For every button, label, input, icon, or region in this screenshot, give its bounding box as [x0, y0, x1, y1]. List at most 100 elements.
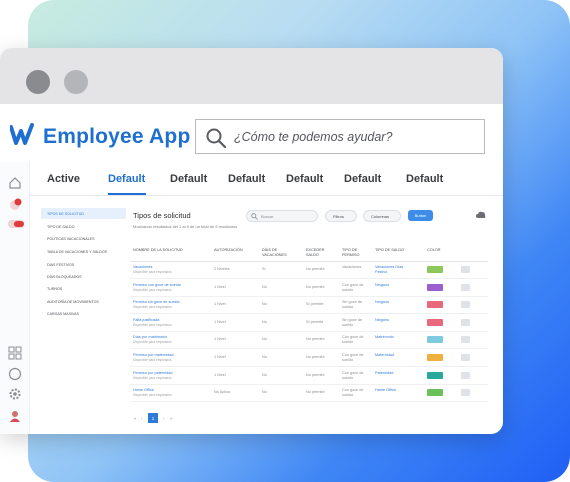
pager-next[interactable]: ›: [163, 416, 165, 421]
help-icon[interactable]: [8, 367, 22, 381]
edit-icon[interactable]: [461, 336, 470, 344]
edit-icon[interactable]: [461, 266, 470, 273]
edit-icon[interactable]: [461, 389, 470, 397]
balance-type-cell[interactable]: Home Office: [375, 388, 411, 393]
filters-label: Filtros: [333, 214, 344, 219]
color-swatch: [427, 389, 443, 397]
vacation-days-cell: No: [262, 372, 267, 377]
balance-type-cell[interactable]: Ninguno: [375, 283, 411, 288]
edit-icon[interactable]: [461, 371, 470, 379]
tabs-row: Active Default Default Default Default D…: [30, 162, 503, 196]
vacation-days-cell: Sí: [262, 267, 266, 271]
column-header[interactable]: AUTORIZACIÓN: [214, 248, 243, 253]
search-input[interactable]: ¿Cómo te podemos ayudar?: [195, 119, 485, 154]
submenu-item[interactable]: AUDITORÍA DE MOVIMIENTOS: [47, 300, 99, 304]
balance-type-cell[interactable]: Ninguno: [375, 318, 411, 323]
exceed-balance-cell: No permite: [306, 372, 325, 377]
search-icon: [206, 128, 226, 148]
tab-default[interactable]: Default: [228, 173, 265, 185]
balance-type-cell[interactable]: Vacaciones Días Festivo: [375, 265, 411, 275]
gear-icon[interactable]: [8, 387, 22, 401]
permission-type-cell: Con goce de sueldo: [342, 282, 364, 292]
submenu-item[interactable]: TURNOS: [47, 287, 62, 291]
submenu-item[interactable]: CARGAS MASIVAS: [47, 312, 79, 316]
tab-default[interactable]: Default: [286, 173, 323, 185]
pager-prev[interactable]: ‹: [141, 416, 143, 421]
toggle-icon[interactable]: [8, 217, 24, 231]
vacation-days-cell: No: [262, 302, 267, 307]
request-availability: Disponible para empleados: [133, 322, 172, 327]
column-header[interactable]: COLOR: [427, 248, 441, 253]
authorization-cell: 1 Nivel: [214, 372, 226, 377]
color-swatch: [427, 371, 443, 379]
logo-icon: [10, 123, 34, 145]
column-header[interactable]: TIPO DE PERMISO: [342, 248, 370, 258]
page-title: Tipos de solicitud: [133, 211, 191, 220]
request-availability: Disponible para empleados: [133, 375, 172, 380]
search-placeholder: Buscar: [261, 214, 274, 219]
column-header[interactable]: TIPO DE SALDO: [375, 248, 404, 253]
grid-icon[interactable]: [8, 346, 22, 360]
submenu-item[interactable]: DÍAS BLOQUEADOS: [47, 275, 82, 279]
exceed-balance-cell: No permite: [306, 390, 325, 395]
row-divider: [130, 348, 488, 350]
columns-dropdown[interactable]: Columnas: [363, 210, 401, 222]
submenu-item[interactable]: TIPOS DE SOLICITUD: [47, 212, 84, 216]
balance-type-cell[interactable]: Maternidad: [375, 353, 411, 358]
permission-type-cell: Sin goce de sueldo: [342, 317, 363, 327]
exceed-balance-cell: No permite: [306, 355, 325, 359]
submenu-item[interactable]: TIPO DE SALDO: [47, 225, 75, 229]
edit-icon[interactable]: [461, 301, 470, 309]
column-header[interactable]: NOMBRE DE LA SOLICITUD: [133, 248, 183, 253]
cloud-download-icon[interactable]: [476, 211, 486, 219]
app-title: Employee App: [43, 125, 191, 148]
results-summary: Mostrando resultados del 1 al 9 de un to…: [133, 224, 238, 229]
request-availability: Disponible para empleados: [133, 340, 172, 345]
vacation-days-cell: No: [262, 337, 267, 342]
tab-default[interactable]: Default: [406, 173, 443, 185]
permission-type-cell: Vacaciones: [342, 265, 362, 269]
filters-button[interactable]: Filtros: [325, 210, 357, 222]
submenu-item[interactable]: TABLA DE VACACIONES Y SALDOS: [47, 250, 107, 254]
pager-current[interactable]: 1: [148, 413, 158, 423]
primary-button[interactable]: Button: [408, 210, 433, 221]
color-swatch: [427, 336, 443, 344]
authorization-cell: No Aplica: [214, 390, 231, 395]
edit-icon[interactable]: [461, 283, 470, 291]
table-search-input[interactable]: Buscar: [246, 210, 318, 222]
row-divider: [130, 366, 488, 367]
submenu-item[interactable]: DÍAS FESTIVOS: [47, 263, 74, 267]
column-header[interactable]: EXCEDER SALDO: [306, 248, 336, 258]
window-dot-icon[interactable]: [26, 70, 50, 94]
window-dot-icon[interactable]: [64, 70, 88, 94]
color-swatch: [427, 354, 443, 361]
edit-icon[interactable]: [461, 354, 470, 361]
pager-last[interactable]: »: [170, 416, 173, 421]
avatar[interactable]: [8, 409, 22, 423]
balance-type-cell[interactable]: Matrimonio: [375, 335, 411, 340]
row-divider: [130, 278, 488, 279]
tab-default[interactable]: Default: [170, 173, 207, 185]
tab-default[interactable]: Default: [344, 173, 381, 185]
authorization-cell: 1 Nivel: [214, 284, 226, 289]
color-swatch: [427, 266, 443, 273]
authorization-cell: 2 Niveles: [214, 267, 230, 271]
permission-type-cell: Con goce de sueldo: [342, 388, 364, 398]
balance-type-cell[interactable]: Paternidad: [375, 371, 411, 376]
submenu-item[interactable]: POLÍTICAS VACACIONALES: [47, 237, 94, 241]
search-icon: [251, 213, 258, 220]
column-header[interactable]: DÍAS DE VACACIONES: [262, 248, 296, 258]
authorization-cell: 1 Nivel: [214, 337, 226, 342]
exceed-balance-cell: Sí permite: [306, 302, 324, 307]
permission-type-cell: Sin goce de sueldo: [342, 300, 363, 310]
home-icon[interactable]: [8, 176, 22, 190]
row-divider: [130, 401, 488, 403]
balance-type-cell[interactable]: Ninguno: [375, 300, 411, 305]
pager-first[interactable]: «: [134, 416, 137, 421]
notifications-icon[interactable]: [8, 198, 22, 212]
search-placeholder: ¿Cómo te podemos ayudar?: [234, 130, 393, 144]
request-availability: Disponible para empleados: [133, 287, 172, 292]
edit-icon[interactable]: [461, 318, 470, 326]
tab-default[interactable]: Default: [108, 173, 145, 185]
tab-active[interactable]: Active: [47, 173, 80, 185]
